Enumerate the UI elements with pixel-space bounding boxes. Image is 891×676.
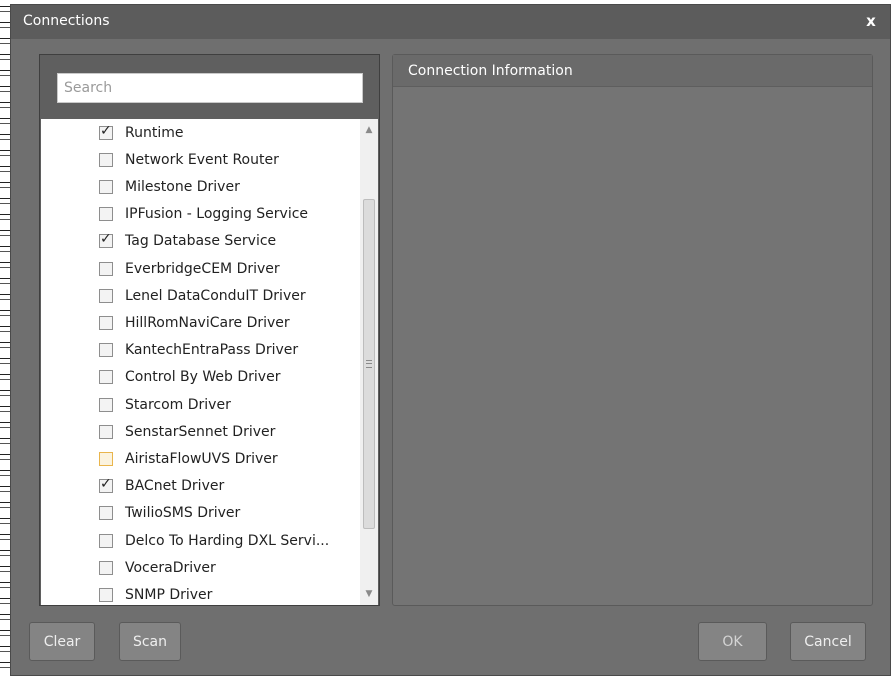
- list-item[interactable]: HillRomNaviCare Driver: [99, 309, 290, 336]
- list-item-label: IPFusion - Logging Service: [125, 206, 309, 223]
- checkbox[interactable]: [99, 424, 113, 439]
- list-item[interactable]: EverbridgeCEM Driver: [99, 255, 280, 282]
- list-item[interactable]: Control By Web Driver: [99, 364, 280, 391]
- list-item[interactable]: Milestone Driver: [99, 173, 240, 200]
- list-item[interactable]: AiristaFlowUVS Driver: [99, 445, 278, 472]
- checkbox[interactable]: [99, 560, 113, 575]
- connection-information-header: Connection Information: [393, 55, 872, 87]
- checkbox[interactable]: [99, 506, 113, 521]
- checkbox[interactable]: [99, 179, 113, 194]
- list-item-label: KantechEntraPass Driver: [125, 342, 299, 359]
- checkbox[interactable]: [99, 261, 113, 276]
- list-item[interactable]: Runtime: [99, 119, 183, 146]
- checkbox[interactable]: [99, 533, 113, 548]
- list-item[interactable]: SNMP Driver: [99, 581, 212, 605]
- list-item-label: Starcom Driver: [125, 396, 231, 413]
- connections-list: ▲ ▼ Runtime Network Event Router Milestone…: [41, 119, 378, 605]
- list-item-label: TwilioSMS Driver: [125, 505, 241, 522]
- checkbox[interactable]: [99, 587, 113, 602]
- connection-information-title: Connection Information: [408, 63, 573, 79]
- checkbox[interactable]: [99, 152, 113, 167]
- list-item-label: AiristaFlowUVS Driver: [125, 450, 278, 467]
- checkbox-checked[interactable]: [99, 231, 113, 249]
- checkbox[interactable]: [99, 207, 113, 222]
- cancel-button[interactable]: Cancel: [790, 622, 866, 661]
- connections-list-pane: ▲ ▼ Runtime Network Event Router Milestone…: [39, 54, 380, 606]
- list-item[interactable]: Lenel DataConduIT Driver: [99, 282, 306, 309]
- list-item[interactable]: BACnet Driver: [99, 473, 224, 500]
- search-input[interactable]: [57, 73, 363, 103]
- list-item[interactable]: SenstarSennet Driver: [99, 418, 275, 445]
- close-icon[interactable]: x: [862, 12, 880, 30]
- list-item-label: Network Event Router: [125, 151, 279, 168]
- ok-button[interactable]: OK: [698, 622, 767, 661]
- connections-dialog: Connections x ▲ ▼ Runtime Network Event R…: [10, 4, 891, 676]
- list-item-label: Milestone Driver: [125, 178, 240, 195]
- list-item-label: VoceraDriver: [125, 559, 216, 576]
- list-item-label: Runtime: [125, 124, 184, 141]
- checkbox[interactable]: [99, 397, 113, 412]
- list-item[interactable]: Network Event Router: [99, 146, 279, 173]
- checkbox[interactable]: [99, 343, 113, 358]
- scroll-down-icon[interactable]: ▼: [360, 585, 378, 603]
- clear-button[interactable]: Clear: [29, 622, 95, 661]
- list-item-label: Delco To Harding DXL Servi...: [125, 532, 330, 549]
- list-item-label: BACnet Driver: [125, 478, 225, 495]
- checkbox[interactable]: [99, 315, 113, 330]
- list-item-label: SNMP Driver: [125, 586, 213, 603]
- checkbox-checked[interactable]: [99, 123, 113, 140]
- connection-information-panel: Connection Information: [392, 54, 873, 606]
- scan-button[interactable]: Scan: [119, 622, 181, 661]
- list-item-label: Tag Database Service: [125, 233, 277, 250]
- checkbox[interactable]: [99, 370, 113, 385]
- list-item[interactable]: Tag Database Service: [99, 228, 276, 255]
- list-item[interactable]: Delco To Harding DXL Servi...: [99, 527, 329, 554]
- scroll-up-icon[interactable]: ▲: [360, 121, 378, 139]
- scrollbar-thumb[interactable]: [363, 199, 375, 529]
- title-bar: Connections x: [11, 5, 890, 39]
- background-edge: [0, 0, 10, 676]
- list-item-label: HillRomNaviCare Driver: [125, 314, 290, 331]
- list-item[interactable]: VoceraDriver: [99, 554, 216, 581]
- checkbox[interactable]: [99, 451, 113, 466]
- list-item-label: Lenel DataConduIT Driver: [125, 287, 306, 304]
- list-item-label: Control By Web Driver: [125, 369, 281, 386]
- grip-icon: [366, 360, 372, 368]
- list-item[interactable]: KantechEntraPass Driver: [99, 337, 298, 364]
- list-item[interactable]: Starcom Driver: [99, 391, 231, 418]
- checkbox[interactable]: [99, 288, 113, 303]
- list-item[interactable]: TwilioSMS Driver: [99, 500, 240, 527]
- list-item-label: EverbridgeCEM Driver: [125, 260, 280, 277]
- list-item-label: SenstarSennet Driver: [125, 423, 276, 440]
- checkbox-checked[interactable]: [99, 476, 113, 494]
- list-item[interactable]: IPFusion - Logging Service: [99, 201, 308, 228]
- list-scrollbar[interactable]: ▲ ▼: [360, 119, 378, 605]
- dialog-title: Connections: [23, 13, 110, 29]
